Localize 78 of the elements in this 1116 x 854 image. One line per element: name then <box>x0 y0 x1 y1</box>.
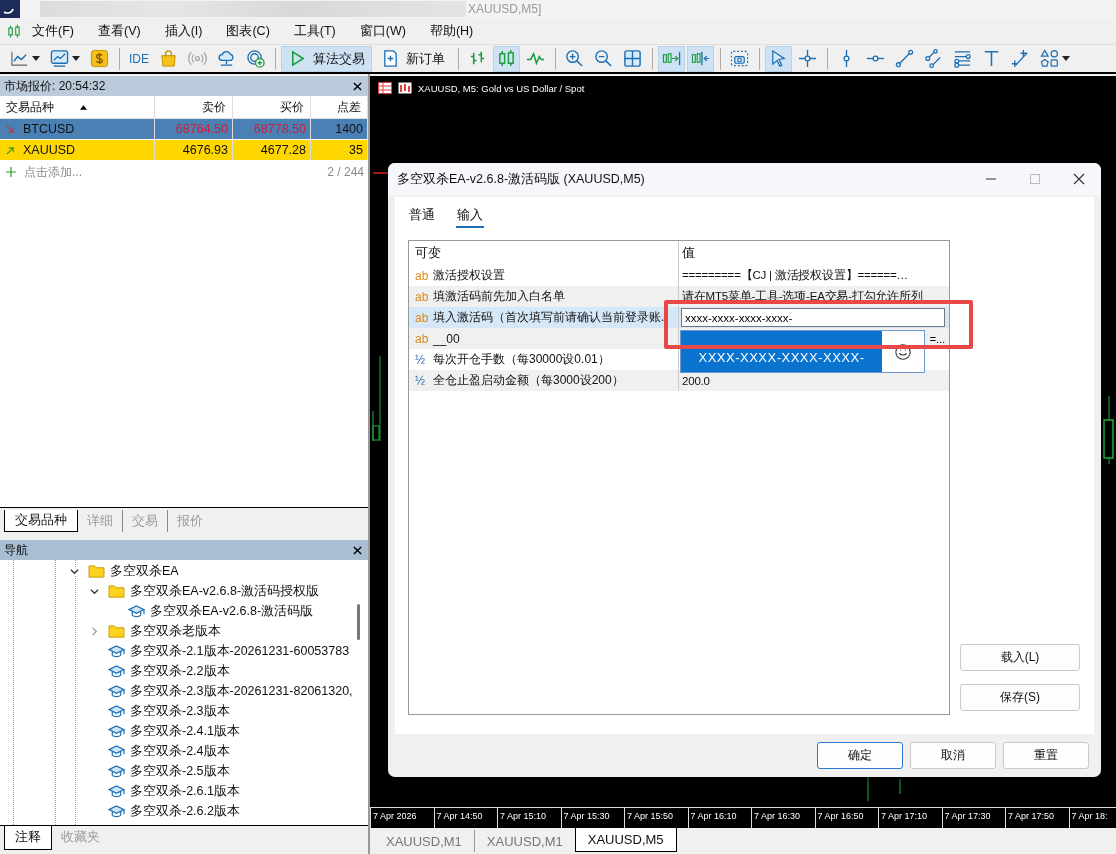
tree-item[interactable]: 多空双杀EA <box>110 562 179 580</box>
tree-item[interactable]: 多空双杀-2.3版本-20261231-82061320, <box>130 682 353 700</box>
menu-item[interactable]: 帮助(H) <box>429 22 485 40</box>
tree-item[interactable]: 多空双杀-2.6.1版本 <box>130 782 240 800</box>
tree-item[interactable]: 多空双杀-2.4版本 <box>130 742 230 760</box>
spread-value: 1400 <box>311 119 368 139</box>
algo-trading-button[interactable]: 算法交易 <box>281 45 372 72</box>
dialog-button[interactable]: 取消 <box>910 742 996 769</box>
tree-item[interactable]: 多空双杀EA-v2.6.8-激活码版 <box>150 602 314 620</box>
chart-tab[interactable]: XAUUSD,M5 <box>574 828 677 852</box>
menu-item[interactable]: 文件(F) <box>32 22 85 40</box>
symbol-count: 2 / 244 <box>327 165 364 179</box>
parameter-name: 填入激活码（首次填写前请确认当前登录账. <box>433 309 665 326</box>
tree-item[interactable]: 多空双杀-2.4.1版本 <box>130 722 240 740</box>
column-header[interactable]: 可变 <box>409 241 678 265</box>
suggestion-item[interactable]: XXXX-XXXX-XXXX-XXXX- <box>681 331 882 372</box>
panel-title: 导航 <box>4 541 28 559</box>
type-marker: ab <box>415 331 427 346</box>
tree-item[interactable]: 多空双杀-2.6.2版本 <box>130 802 240 820</box>
window-title: XAUUSD,M5] <box>468 2 542 16</box>
tree-item[interactable]: 多空双杀-2.1版本-20261231-60053783 <box>130 642 350 660</box>
dialog-tab[interactable]: 输入 <box>456 205 484 228</box>
side-button[interactable]: 保存(S) <box>960 684 1080 711</box>
column-header[interactable]: 值 <box>678 241 949 265</box>
dialog-button[interactable]: 确定 <box>817 742 903 769</box>
chart-tab[interactable]: XAUUSD,M1 <box>374 830 474 852</box>
ide-button[interactable]: IDE <box>125 45 153 72</box>
symbol-name: XAUUSD <box>23 143 76 157</box>
panel-tab[interactable]: 注释 <box>4 826 52 850</box>
column-header[interactable]: 买价 <box>233 96 311 118</box>
column-header[interactable]: 点差 <box>311 96 368 118</box>
tree-item[interactable]: 多空双杀-2.2版本 <box>130 662 230 680</box>
spread-value: 35 <box>311 140 368 160</box>
menu-item[interactable]: 查看(V) <box>97 22 152 40</box>
parameter-value: =========【CJ | 激活授权设置】======… <box>682 268 908 283</box>
tree-item[interactable]: 多空双杀EA-v2.6.8-激活码授权版 <box>130 582 320 600</box>
tree-item[interactable]: 多空双杀-2.3版本 <box>130 702 230 720</box>
menu-item[interactable]: 插入(I) <box>164 22 214 40</box>
type-marker: ab <box>415 268 427 283</box>
parameter-name: __00 <box>433 331 460 346</box>
parameter-value: 200.0 <box>682 374 710 387</box>
chart-tab[interactable]: XAUUSD,M1 <box>473 830 575 852</box>
add-symbol-link[interactable]: 点击添加... <box>24 163 320 181</box>
parameter-row[interactable]: ½ 全仓止盈启动金额（每3000设200） 200.0 <box>409 370 949 391</box>
symbol-row[interactable]: BTCUSD 68764.50 68778.50 1400 <box>0 119 368 140</box>
symbol-row[interactable]: XAUUSD 4676.93 4677.28 35 <box>0 140 368 161</box>
tree-item[interactable]: 多空双杀老版本 <box>130 622 221 640</box>
parameter-name: 每次开仓手数（每30000设0.01） <box>433 351 610 368</box>
tree-item[interactable]: 多空双杀-2.5版本 <box>130 762 230 780</box>
ask-price: 68778.50 <box>233 119 311 139</box>
panel-title: 市场报价: 20:54:32 <box>4 77 106 95</box>
parameter-value: =... <box>929 332 945 345</box>
panel-tab[interactable]: 交易品种 <box>4 510 78 532</box>
ask-price: 4677.28 <box>233 140 311 160</box>
parameter-name: 激活授权设置 <box>433 267 505 284</box>
parameter-row[interactable]: ab 填入激活码（首次填写前请确认当前登录账. xxxx-xxxx-xxxx-xxxx- <box>409 307 949 328</box>
menu-item[interactable]: 窗口(W) <box>359 22 417 40</box>
parameter-name: 填激活码前先加入白名单 <box>433 288 565 305</box>
new-order-button[interactable]: 新订单 <box>374 45 452 72</box>
column-header[interactable]: 卖价 <box>155 96 233 118</box>
type-marker: ½ <box>415 352 426 367</box>
dialog-button[interactable]: 重置 <box>1003 742 1089 769</box>
bid-price: 68764.50 <box>155 119 233 139</box>
symbol-name: BTCUSD <box>23 122 75 136</box>
type-marker: ½ <box>415 373 426 388</box>
menu-item[interactable]: 图表(C) <box>226 22 281 40</box>
column-header[interactable]: 交易品种 <box>0 96 155 118</box>
parameter-name: 全仓止盈启动金额（每3000设200） <box>433 372 624 389</box>
input-field[interactable]: xxxx-xxxx-xxxx-xxxx- <box>681 308 945 327</box>
autocomplete-popup[interactable]: XXXX-XXXX-XXXX-XXXX- <box>680 330 925 373</box>
type-marker: ab <box>415 310 427 325</box>
side-button[interactable]: 载入(L) <box>960 644 1080 671</box>
dialog-title: 多空双杀EA-v2.6.8-激活码版 (XAUUSD,M5) <box>397 170 645 188</box>
type-marker: ab <box>415 289 427 304</box>
dialog-tab[interactable]: 普通 <box>408 205 436 228</box>
bid-price: 4676.93 <box>155 140 233 160</box>
chart-title: XAUUSD, M5: Gold vs US Dollar / Spot <box>418 82 585 94</box>
menu-item[interactable]: 工具(T) <box>293 22 347 40</box>
